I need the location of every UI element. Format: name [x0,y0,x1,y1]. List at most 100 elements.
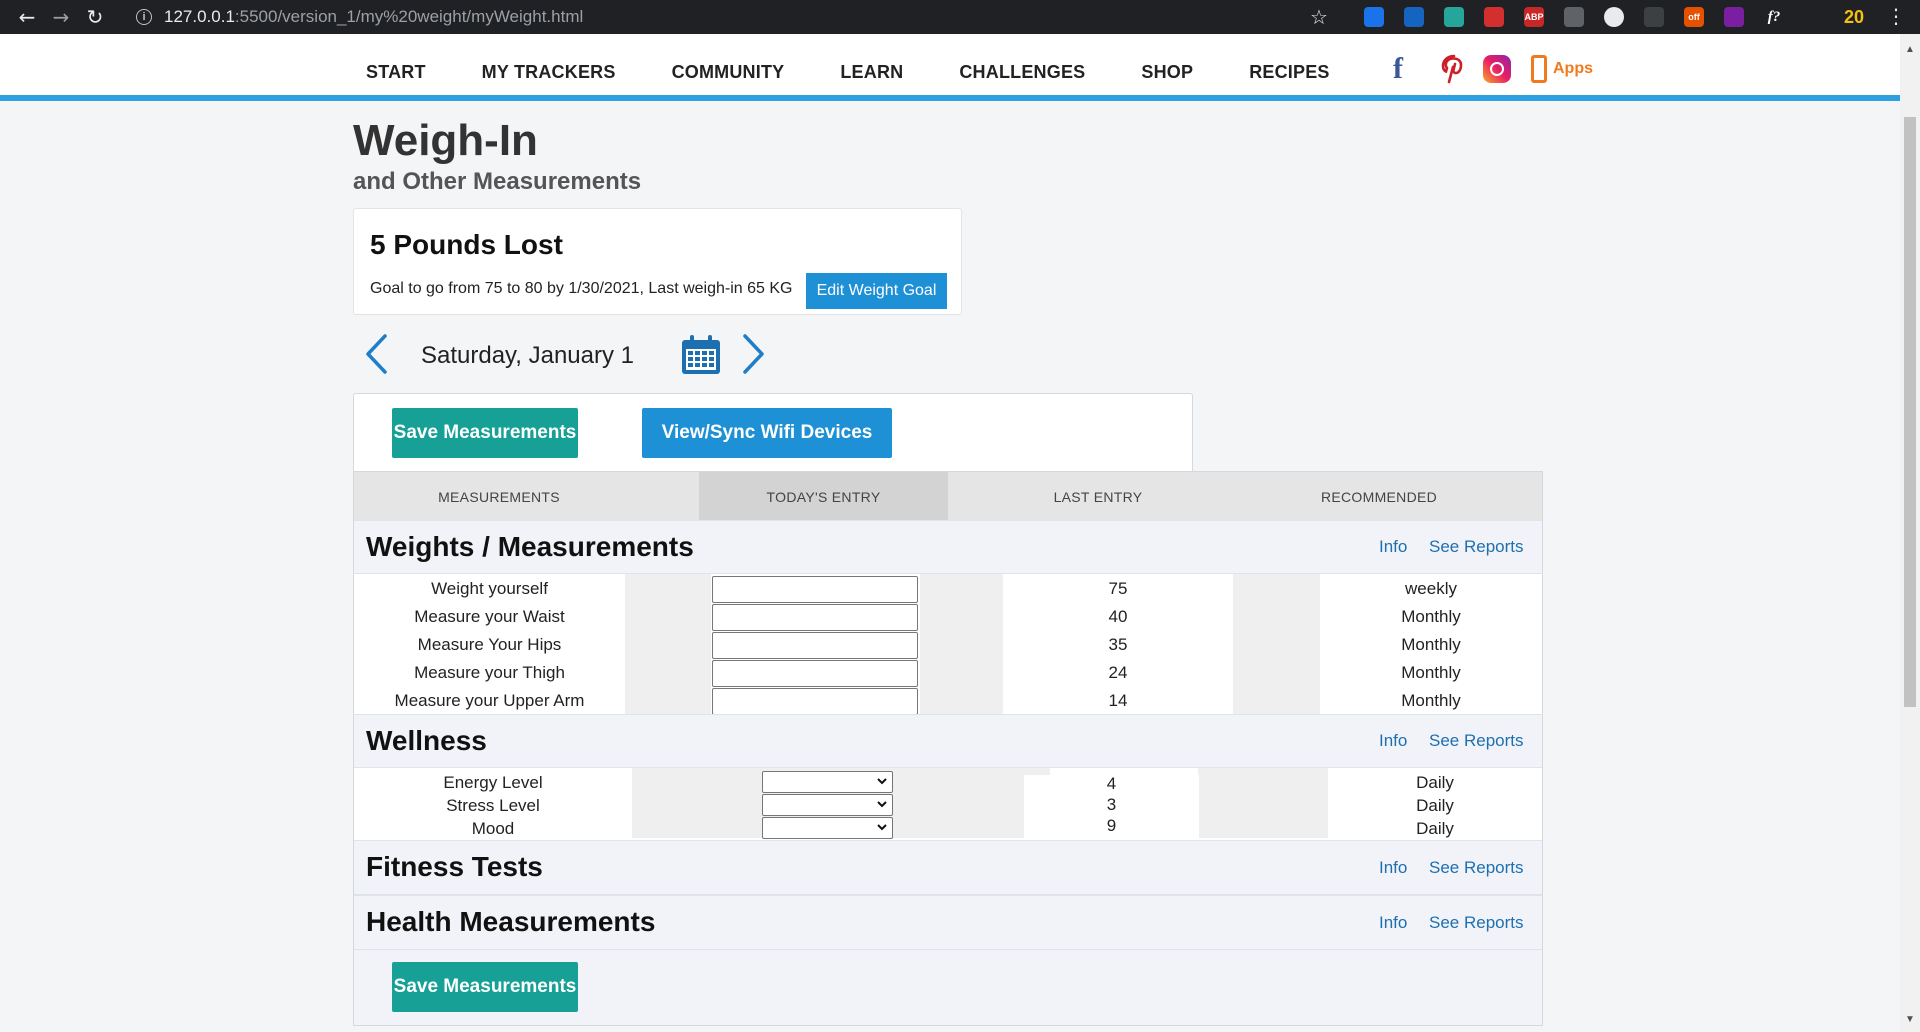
wellness-see-reports-link[interactable]: See Reports [1429,731,1524,751]
edit-weight-goal-button[interactable]: Edit Weight Goal [806,273,947,309]
fitness-info-link[interactable]: Info [1379,858,1407,878]
page-title: Weigh-In [353,116,538,165]
chevron-down-icon [877,801,887,808]
recommended-frequency: Daily [1416,819,1454,838]
recommended-frequency: Daily [1416,796,1454,815]
abp-ext-icon[interactable]: ABP [1524,7,1544,27]
measurement-name: Measure Your Hips [417,635,562,654]
pinterest-icon[interactable] [1439,54,1469,84]
table-footer: Save Measurements [354,950,1542,1025]
font-ext-icon[interactable]: f? [1764,7,1784,27]
energy-level-select[interactable] [762,771,893,793]
mobile-phone-icon[interactable] [1531,55,1547,83]
recommended-frequency: Daily [1416,773,1454,792]
last-entry-value: 40 [1108,607,1128,626]
measurement-name: Measure your Waist [414,607,565,626]
main-menu: START MY TRACKERS COMMUNITY LEARN CHALLE… [366,62,1386,83]
circle-ext-icon[interactable] [1604,7,1624,27]
section-fitness-tests[interactable]: Fitness Tests Info See Reports [354,840,1542,895]
instagram-icon[interactable] [1483,55,1511,83]
column-header-todays-entry: TODAY'S ENTRY [766,489,881,505]
puzzle-ext-icon[interactable] [1804,7,1824,27]
page-subtitle: and Other Measurements [353,168,642,195]
pounds-lost-headline: 5 Pounds Lost [370,229,563,260]
thigh-entry-input[interactable] [712,660,918,687]
forward-arrow-icon[interactable]: → [44,0,78,34]
calendar-icon[interactable] [680,334,722,381]
weights-see-reports-link[interactable]: See Reports [1429,537,1524,557]
shield-ext-icon[interactable] [1484,7,1504,27]
scrollbar-thumb[interactable] [1904,117,1916,707]
measurement-name: Measure your Upper Arm [394,691,585,710]
apps-link[interactable]: Apps [1553,60,1593,78]
stress-level-select[interactable] [762,794,893,816]
twenty-ext-icon[interactable]: 20 [1844,7,1864,27]
current-date-label: Saturday, January 1 [421,342,635,369]
section-title: Wellness [366,725,487,756]
measurement-row-waist: Measure your Waist 40 Monthly [354,602,1542,631]
save-measurements-button[interactable]: Save Measurements [392,408,578,458]
scroll-down-arrow-icon[interactable]: ▼ [1904,1014,1916,1025]
measurement-name: Weight yourself [431,579,548,598]
measurement-name: Measure your Thigh [414,663,565,682]
measurement-row-thigh: Measure your Thigh 24 Monthly [354,658,1542,687]
diamond-ext-icon[interactable] [1444,7,1464,27]
upper-arm-entry-input[interactable] [712,688,918,715]
waist-entry-input[interactable] [712,604,918,631]
mouse-ext-icon[interactable] [1564,7,1584,27]
grid-ext-icon[interactable] [1404,7,1424,27]
last-entry-value: 24 [1108,663,1128,682]
health-see-reports-link[interactable]: See Reports [1429,913,1524,933]
column-header-measurements: MEASUREMENTS [438,489,560,505]
address-bar[interactable]: i 127.0.0.1:5500/version_1/my%20weight/m… [136,3,1336,31]
recommended-frequency: weekly [1405,579,1457,598]
view-sync-wifi-devices-button[interactable]: View/Sync Wifi Devices [642,408,892,458]
browser-menu-icon[interactable]: ⋮ [1886,4,1906,28]
menu-item-challenges[interactable]: CHALLENGES [959,62,1085,83]
table-header: MEASUREMENTS TODAY'S ENTRY LAST ENTRY RE… [354,472,1542,520]
site-header: START MY TRACKERS COMMUNITY LEARN CHALLE… [0,34,1900,101]
url-path: :5500/version_1/my%20weight/myWeight.htm… [234,7,584,26]
menu-item-learn[interactable]: LEARN [840,62,903,83]
date-navigation: Saturday, January 1 [353,330,773,380]
weights-info-link[interactable]: Info [1379,537,1407,557]
section-health-measurements[interactable]: Health Measurements Info See Reports [354,895,1542,950]
wellness-info-link[interactable]: Info [1379,731,1407,751]
last-entry-value: 35 [1108,635,1128,654]
column-header-recommended: RECOMMENDED [1320,489,1438,505]
menu-item-community[interactable]: COMMUNITY [672,62,785,83]
measurement-row-upper-arm: Measure your Upper Arm 14 Monthly [354,686,1542,715]
scroll-up-arrow-icon[interactable]: ▲ [1904,44,1916,55]
social-links: f Apps [1393,52,1593,86]
chevron-down-icon [877,778,887,785]
mood-select[interactable] [762,817,893,839]
bug-ext-icon[interactable] [1644,7,1664,27]
hips-entry-input[interactable] [712,632,918,659]
save-measurements-bottom-button[interactable]: Save Measurements [392,962,578,1012]
menu-item-shop[interactable]: SHOP [1141,62,1193,83]
fitness-see-reports-link[interactable]: See Reports [1429,858,1524,878]
weight-goal-card: 5 Pounds Lost Goal to go from 75 to 80 b… [353,208,962,315]
menu-item-recipes[interactable]: RECIPES [1249,62,1329,83]
menu-item-my-trackers[interactable]: MY TRACKERS [482,62,616,83]
next-day-chevron-icon[interactable] [741,332,767,381]
measurements-table: MEASUREMENTS TODAY'S ENTRY LAST ENTRY RE… [353,471,1543,1026]
column-header-last-entry: LAST ENTRY [1053,489,1143,505]
back-arrow-icon[interactable]: ← [10,0,44,34]
measurement-row-weight: Weight yourself 75 weekly [354,574,1542,603]
bookmark-star-icon[interactable]: ☆ [1310,5,1328,29]
color-wheel-ext-icon[interactable] [1724,7,1744,27]
url-host: 127.0.0.1 [164,7,235,26]
health-info-link[interactable]: Info [1379,913,1407,933]
weight-entry-input[interactable] [712,576,918,603]
reload-icon[interactable]: ↻ [78,0,112,34]
wellness-row-mood: Mood 9 Daily [354,816,1542,839]
site-info-icon[interactable]: i [136,9,152,25]
sale-ext-icon[interactable]: off [1684,7,1704,27]
bookmark-ext-icon[interactable] [1364,7,1384,27]
section-title: Weights / Measurements [366,531,694,562]
facebook-icon[interactable]: f [1393,52,1427,86]
menu-item-start[interactable]: START [366,62,426,83]
previous-day-chevron-icon[interactable] [363,332,389,381]
recommended-frequency: Monthly [1401,607,1461,626]
